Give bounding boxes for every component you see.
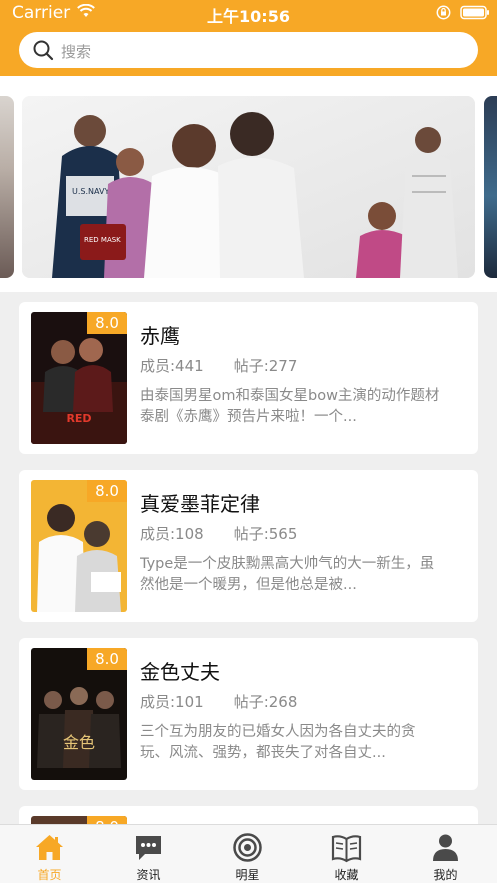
chat-bubble-icon [136, 836, 161, 860]
list-item[interactable]: RED 8.0 赤鹰 成员:441 帖子:277 由泰国男星om和泰国女星bow主… [19, 302, 478, 454]
member-count: 成员:441 [140, 357, 204, 375]
item-title: 金色丈夫 [140, 660, 220, 684]
rating-badge: 8.0 [87, 312, 127, 334]
tab-news[interactable]: 资讯 [99, 825, 198, 883]
rotation-lock-icon [436, 5, 451, 20]
rating-badge: 8.0 [87, 648, 127, 670]
book-icon [331, 835, 362, 863]
status-bar: Carrier 上午10:56 [0, 0, 497, 26]
poster-image: RED 8.0 [31, 312, 127, 444]
member-count: 成员:108 [140, 525, 204, 543]
search-input[interactable]: 搜索 [19, 32, 478, 68]
search-placeholder: 搜索 [61, 43, 92, 61]
banner-slide-previous[interactable] [0, 96, 14, 278]
header: Carrier 上午10:56 搜索 [0, 0, 497, 76]
list-item[interactable]: 8.0 真爱墨菲定律 成员:108 帖子:565 Type是一个皮肤黝黑高大帅气的… [19, 470, 478, 622]
banner-slide-next[interactable] [484, 96, 497, 278]
rating-badge: 8.0 [87, 480, 127, 502]
svg-text:U.S.NAVY: U.S.NAVY [72, 187, 109, 196]
svg-text:RED: RED [66, 412, 91, 425]
tab-stars[interactable]: 明星 [198, 825, 297, 883]
list-item[interactable]: 8.0 [19, 806, 478, 824]
drama-list: RED 8.0 赤鹰 成员:441 帖子:277 由泰国男星om和泰国女星bow主… [0, 292, 497, 824]
tab-favorites[interactable]: 收藏 [297, 825, 396, 883]
tab-label: 我的 [433, 868, 458, 882]
banner-image: U.S.NAVY RED MASK [22, 96, 475, 278]
item-stats: 成员:101 帖子:268 [140, 691, 297, 712]
item-stats: 成员:108 帖子:565 [140, 523, 297, 544]
poster-image: 8.0 [31, 816, 127, 824]
post-count: 帖子:268 [233, 693, 298, 711]
post-count: 帖子:565 [233, 525, 298, 543]
post-count: 帖子:277 [233, 357, 298, 375]
item-stats: 成员:441 帖子:277 [140, 355, 297, 376]
list-item[interactable]: 金色 8.0 金色丈夫 成员:101 帖子:268 三个互为朋友的已婚女人因为各自… [19, 638, 478, 790]
item-title: 赤鹰 [140, 324, 180, 348]
battery-icon [460, 5, 489, 20]
item-description: 由泰国男星om和泰国女星bow主演的动作题材泰剧《赤鹰》预告片来啦！一个... [140, 388, 440, 425]
svg-text:金色: 金色 [63, 733, 95, 752]
tab-bar: 首页 资讯 明星 收藏 我的 [0, 824, 497, 883]
status-time: 上午10:56 [207, 7, 290, 26]
app-screen: Carrier 上午10:56 搜索 U.S.NAVY RED MASK RED… [0, 0, 497, 883]
search-icon [33, 40, 54, 61]
tab-home[interactable]: 首页 [0, 825, 99, 883]
item-description: 三个互为朋友的已婚女人因为各自丈夫的贪玩、风流、强势，都丧失了对各自丈... [140, 724, 416, 761]
tab-label: 资讯 [136, 868, 161, 882]
banner-carousel[interactable]: U.S.NAVY RED MASK [0, 76, 497, 292]
home-icon [36, 835, 63, 860]
member-count: 成员:101 [140, 693, 204, 711]
tab-label: 首页 [37, 868, 62, 882]
person-icon [433, 834, 458, 861]
item-description: Type是一个皮肤黝黑高大帅气的大一新生，虽然他是一个暖男，但是他总是被... [140, 556, 435, 593]
tab-label: 收藏 [334, 868, 359, 882]
tab-label: 明星 [235, 868, 260, 882]
tab-mine[interactable]: 我的 [396, 825, 495, 883]
poster-image: 金色 8.0 [31, 648, 127, 780]
poster-image: 8.0 [31, 480, 127, 612]
banner-slide-current[interactable]: U.S.NAVY RED MASK [22, 96, 475, 278]
rating-badge: 8.0 [87, 816, 127, 824]
svg-text:RED MASK: RED MASK [84, 236, 121, 244]
target-icon [233, 833, 262, 862]
item-title: 真爱墨菲定律 [140, 492, 260, 516]
